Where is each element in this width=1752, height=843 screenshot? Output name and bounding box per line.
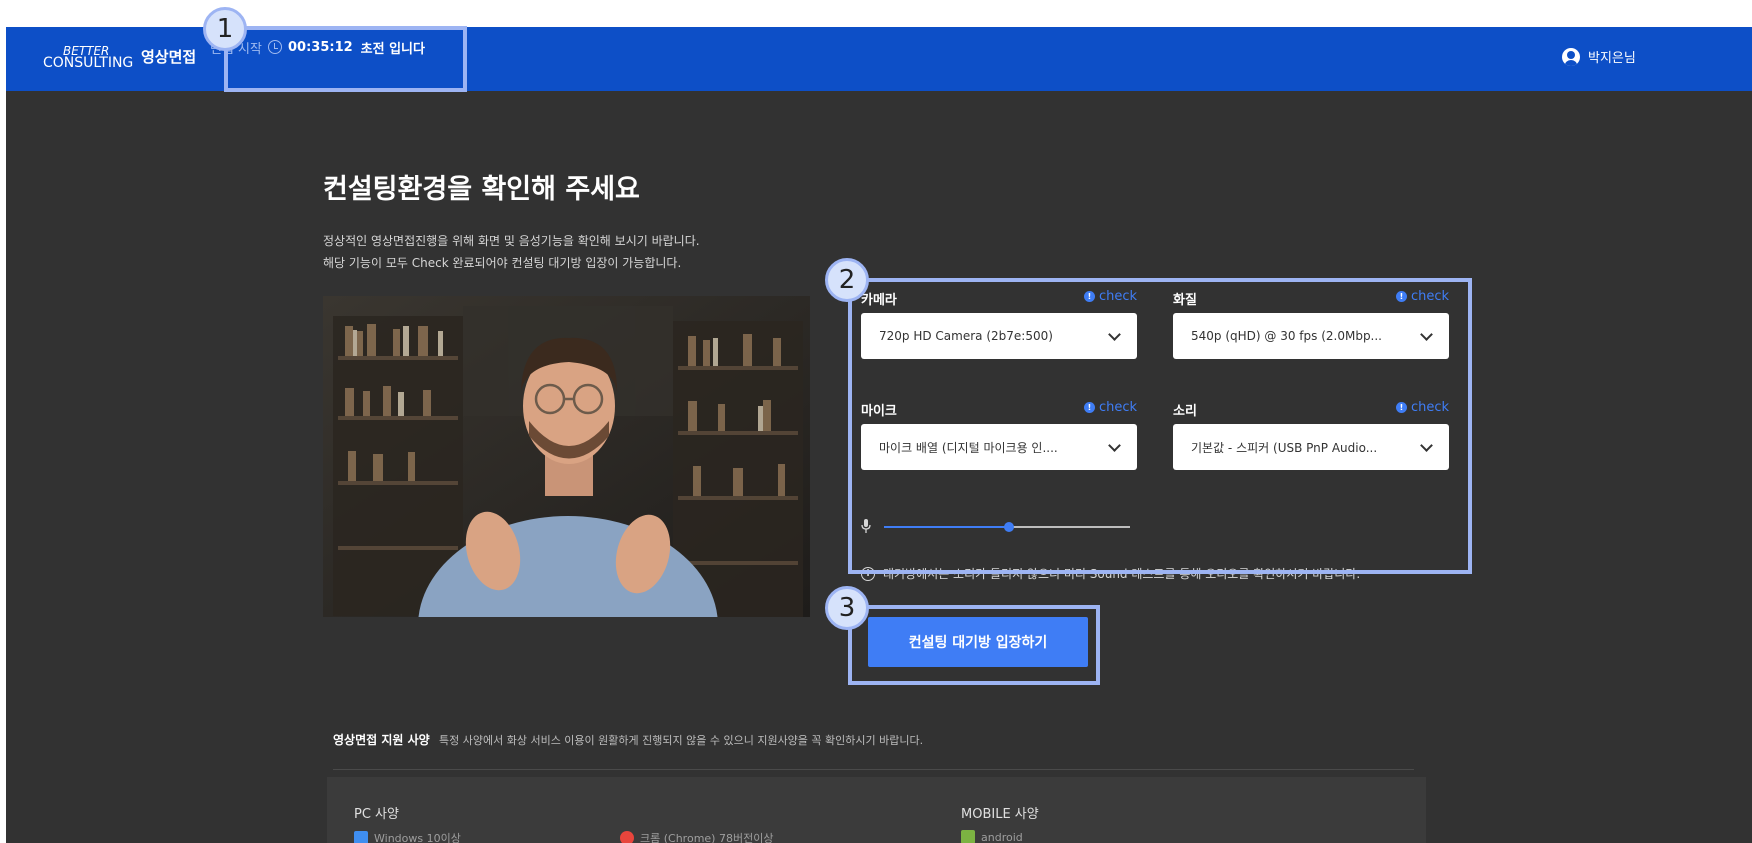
- windows-icon: [354, 831, 368, 843]
- callout-badge-3: 3: [825, 586, 869, 630]
- description-line-2: 해당 기능이 모두 Check 완료되어야 컨설팅 대기방 입장이 가능합니다.: [323, 256, 682, 270]
- mobile-os-text: android: [981, 830, 1023, 843]
- pc-browser-item: 크롬 (Chrome) 78버전이상: [620, 830, 773, 843]
- spec-panel: PC 사양 Windows 10이상 크롬 (Chrome) 78버전이상 MO…: [327, 777, 1426, 843]
- callout-badge-1: 1: [203, 7, 247, 51]
- support-title: 영상면접 지원 사양: [333, 733, 430, 747]
- chrome-icon: [620, 831, 634, 843]
- user-avatar-icon: [1562, 47, 1580, 66]
- logo-consulting-text: CONSULTING: [43, 55, 134, 71]
- user-name: 박지은님: [1588, 51, 1636, 66]
- callout-box-2: [848, 278, 1472, 574]
- mobile-spec-title: MOBILE 사양: [961, 807, 1039, 822]
- support-subtitle: 특정 사양에서 화상 서비스 이용이 원활하게 진행되지 않을 수 있으니 지원…: [439, 734, 924, 747]
- camera-preview-image: [323, 296, 810, 617]
- logo-service-name: 영상면접: [141, 48, 197, 66]
- callout-box-1: [224, 26, 467, 92]
- user-menu[interactable]: 박지은님: [1562, 47, 1636, 66]
- pc-os-text: Windows 10이상: [374, 832, 461, 843]
- callout-badge-2: 2: [825, 258, 869, 302]
- page-description: 정상적인 영상면접진행을 위해 화면 및 음성기능을 확인해 보시기 바랍니다.…: [323, 230, 700, 274]
- pc-spec-title: PC 사양: [354, 807, 399, 822]
- pc-os-item: Windows 10이상: [354, 830, 461, 843]
- page-title: 컨설팅환경을 확인해 주세요: [323, 174, 640, 205]
- camera-preview: [323, 296, 810, 617]
- mobile-os-item: android: [961, 830, 1023, 843]
- description-line-1: 정상적인 영상면접진행을 위해 화면 및 음성기능을 확인해 보시기 바랍니다.: [323, 234, 700, 248]
- android-icon: [961, 830, 975, 843]
- support-divider: [333, 769, 1414, 770]
- pc-browser-text: 크롬 (Chrome) 78버전이상: [640, 832, 774, 843]
- callout-box-3: [848, 605, 1100, 685]
